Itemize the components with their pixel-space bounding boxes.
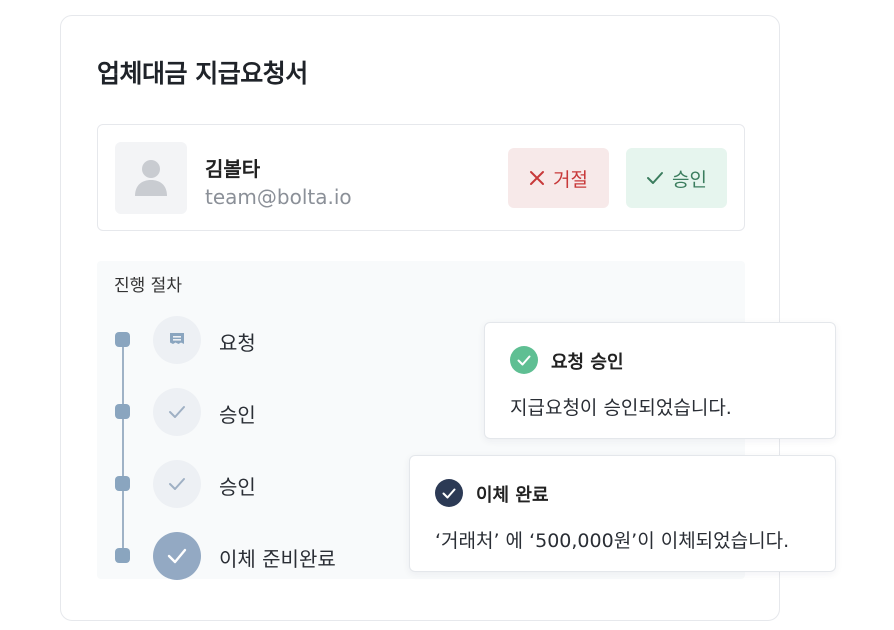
step-icon-circle	[153, 532, 201, 580]
receipt-icon	[170, 333, 184, 344]
step-icon-circle	[153, 388, 201, 436]
reject-label: 거절	[553, 168, 588, 191]
toast-notification: 이체 완료 ‘거래처’ 에 ‘500,000원’이 이체되었습니다.	[409, 455, 836, 572]
timeline-dot	[115, 404, 130, 419]
toast-message: ‘거래처’ 에 ‘500,000원’이 이체되었습니다.	[435, 530, 790, 552]
check-circle-icon	[435, 479, 463, 507]
process-title: 진행 절차	[114, 276, 182, 296]
requester-panel: 김볼타 team@bolta.io 거절 승인	[97, 124, 745, 231]
approve-label: 승인	[672, 168, 707, 191]
step-icon-circle	[153, 460, 201, 508]
toast-title: 요청 승인	[551, 352, 624, 373]
page-title: 업체대금 지급요청서	[97, 59, 308, 88]
check-icon	[169, 406, 185, 418]
toast-notification: 요청 승인 지급요청이 승인되었습니다.	[484, 322, 836, 439]
step-icon-circle	[153, 316, 201, 364]
timeline-dot	[115, 332, 130, 347]
check-icon	[647, 172, 664, 184]
user-silhouette-icon	[135, 160, 167, 196]
step-label: 이체 준비완료	[219, 547, 336, 571]
timeline-line	[122, 339, 124, 555]
requester-email: team@bolta.io	[205, 185, 352, 209]
process-step: 요청	[97, 315, 497, 365]
timeline-dot	[115, 548, 130, 563]
check-icon	[167, 548, 187, 564]
toast-message: 지급요청이 승인되었습니다.	[510, 397, 732, 419]
process-step: 승인	[97, 387, 497, 437]
timeline-dot	[115, 476, 130, 491]
avatar	[115, 142, 187, 214]
step-label: 요청	[219, 331, 256, 355]
check-circle-icon	[510, 346, 538, 374]
requester-name: 김볼타	[205, 157, 261, 181]
check-icon	[169, 478, 185, 490]
step-label: 승인	[219, 403, 256, 427]
reject-button[interactable]: 거절	[508, 148, 609, 208]
approve-button[interactable]: 승인	[626, 148, 727, 208]
step-label: 승인	[219, 475, 256, 499]
x-icon	[530, 171, 545, 185]
toast-title: 이체 완료	[476, 485, 549, 506]
